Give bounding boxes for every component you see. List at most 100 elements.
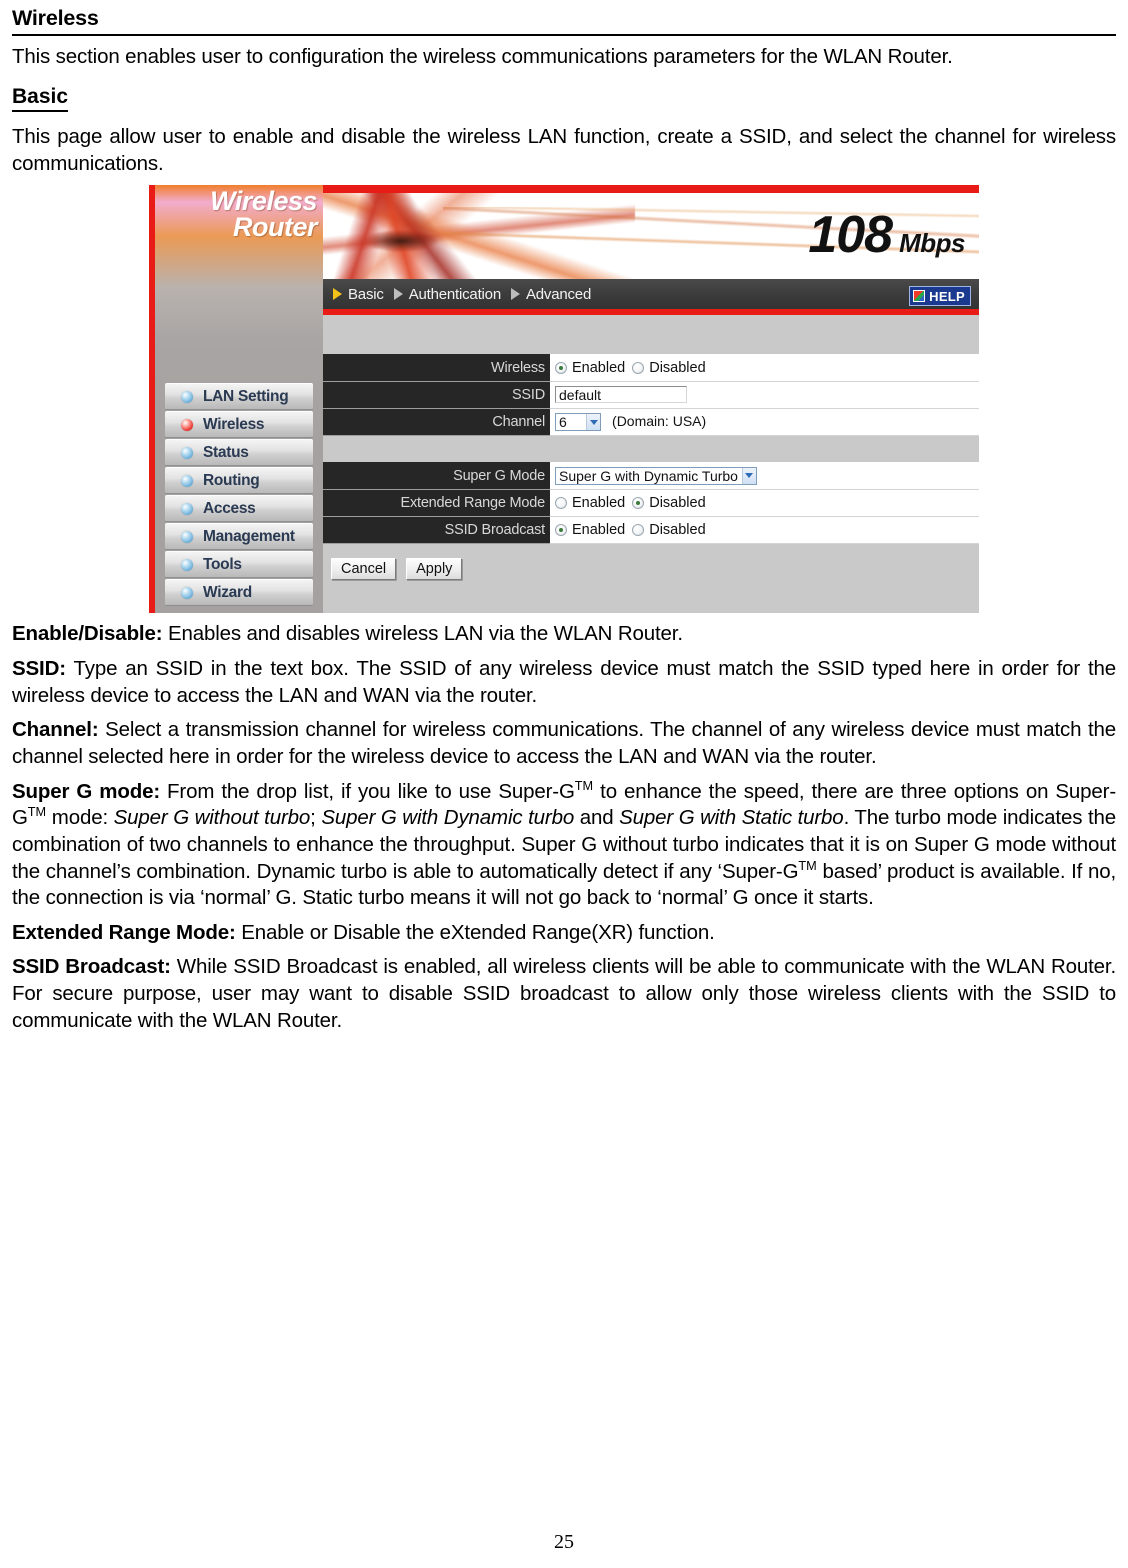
bullet-icon	[181, 586, 193, 599]
sidebar-item-access[interactable]: Access	[165, 495, 313, 522]
bullet-icon	[181, 474, 193, 487]
chevron-down-icon[interactable]	[741, 467, 756, 484]
term-text: Select a transmission channel for wirele…	[12, 718, 1116, 768]
router-banner: 108 Mbps	[323, 185, 979, 280]
value-wireless: Enabled Disabled	[550, 354, 979, 382]
definition-ssid: SSID: Type an SSID in the text box. The …	[12, 656, 1116, 709]
super-g-option-3: Super G with Static turbo	[619, 806, 844, 830]
extended-range-enabled-option[interactable]: Enabled	[555, 495, 625, 511]
super-g-option-2: Super G with Dynamic turbo	[321, 806, 575, 830]
value-ssid-broadcast: Enabled Disabled	[550, 516, 979, 544]
wireless-enabled-option[interactable]: Enabled	[555, 360, 625, 376]
bullet-icon	[181, 558, 193, 571]
router-admin-ui: Wireless Router LAN Setting Wireless Sta…	[149, 185, 979, 614]
help-button[interactable]: HELP	[909, 286, 971, 307]
ssid-broadcast-radio-group: Enabled Disabled	[555, 522, 979, 538]
sidebar-item-label: Wizard	[203, 583, 252, 601]
settings-panel: Wireless Enabled Disabled SSID default C…	[323, 315, 979, 608]
radio-selected-icon[interactable]	[632, 496, 645, 509]
radio-selected-icon[interactable]	[555, 361, 567, 374]
sidebar-item-tools[interactable]: Tools	[165, 551, 313, 578]
tab-label: Authentication	[408, 285, 501, 303]
super-g-sep2: and	[574, 806, 620, 830]
label-ssid: SSID	[323, 381, 550, 409]
channel-select[interactable]: 6	[555, 413, 601, 431]
sidebar-item-management[interactable]: Management	[165, 523, 313, 550]
definition-enable-disable: Enable/Disable: Enables and disables wir…	[12, 621, 1116, 648]
term-label: SSID:	[12, 657, 66, 681]
term-label: SSID Broadcast:	[12, 955, 171, 979]
radio-unselected-icon[interactable]	[555, 496, 567, 509]
extended-range-disabled-option[interactable]: Disabled	[632, 495, 706, 511]
ssid-broadcast-disabled-option[interactable]: Disabled	[632, 521, 706, 538]
triangle-right-icon	[393, 288, 403, 301]
sidebar-item-label: LAN Setting	[203, 387, 289, 405]
super-g-mode-select[interactable]: Super G with Dynamic Turbo	[555, 466, 757, 485]
apply-button[interactable]: Apply	[406, 557, 463, 580]
bullet-active-icon	[181, 418, 193, 431]
sidebar-menu: LAN Setting Wireless Status Routing Acce…	[165, 383, 313, 607]
row-super-g-mode: Super G Mode Super G with Dynamic Turbo	[323, 462, 979, 490]
tab-label: Advanced	[525, 285, 592, 303]
cancel-button[interactable]: Cancel	[331, 557, 397, 580]
row-ssid: SSID default	[323, 381, 979, 409]
sidebar-item-routing[interactable]: Routing	[165, 467, 313, 494]
chevron-down-icon[interactable]	[586, 414, 600, 430]
row-extended-range-mode: Extended Range Mode Enabled Disabled	[323, 489, 979, 517]
form-actions: Cancel Apply	[323, 544, 979, 580]
help-icon	[913, 290, 926, 303]
banner-speed-value: 108	[808, 206, 893, 265]
value-extended-range-mode: Enabled Disabled	[550, 489, 979, 517]
sidebar-item-wireless[interactable]: Wireless	[165, 411, 313, 438]
row-ssid-broadcast: SSID Broadcast Enabled Disabled	[323, 516, 979, 544]
row-channel: Channel 6 (Domain: USA)	[323, 408, 979, 436]
radio-label: Enabled	[572, 359, 626, 376]
section-subtitle: Basic	[12, 85, 69, 113]
tab-basic[interactable]: Basic	[333, 286, 384, 303]
term-label: Enable/Disable:	[12, 622, 163, 646]
router-logo-line2: Router	[233, 212, 318, 243]
router-logo: Wireless Router	[163, 188, 323, 243]
page-title: Wireless	[12, 6, 99, 30]
radio-unselected-icon[interactable]	[632, 361, 645, 374]
trademark-mark: TM	[574, 777, 594, 793]
bullet-icon	[181, 446, 193, 459]
definition-super-g-mode: Super G mode: From the drop list, if you…	[12, 779, 1116, 912]
term-text: While SSID Broadcast is enabled, all wir…	[12, 955, 1116, 1032]
value-super-g-mode: Super G with Dynamic Turbo	[550, 462, 979, 490]
radio-label: Enabled	[572, 494, 626, 511]
ssid-broadcast-enabled-option[interactable]: Enabled	[555, 522, 625, 538]
trademark-mark: TM	[798, 857, 817, 873]
radio-label: Disabled	[649, 521, 706, 538]
sidebar-item-wizard[interactable]: Wizard	[165, 579, 313, 606]
sidebar-item-lan-setting[interactable]: LAN Setting	[165, 383, 313, 410]
radio-label: Enabled	[572, 521, 626, 538]
router-sidebar: Wireless Router LAN Setting Wireless Sta…	[155, 185, 323, 614]
sidebar-item-status[interactable]: Status	[165, 439, 313, 466]
label-super-g-mode: Super G Mode	[323, 462, 550, 490]
row-wireless: Wireless Enabled Disabled	[323, 354, 979, 382]
radio-unselected-icon[interactable]	[632, 523, 645, 536]
tab-authentication[interactable]: Authentication	[393, 285, 501, 303]
router-screenshot-figure: Wireless Router LAN Setting Wireless Sta…	[149, 185, 979, 614]
tab-label: Basic	[348, 285, 384, 303]
label-ssid-broadcast: SSID Broadcast	[323, 516, 550, 544]
ssid-input[interactable]: default	[555, 386, 687, 404]
wireless-disabled-option[interactable]: Disabled	[632, 360, 706, 376]
value-ssid: default	[550, 381, 979, 409]
router-main-panel: 108 Mbps Basic Authentication Advanced H…	[323, 185, 979, 614]
banner-speed-unit: Mbps	[899, 228, 965, 259]
sidebar-item-label: Routing	[203, 471, 260, 489]
definition-ssid-broadcast: SSID Broadcast: While SSID Broadcast is …	[12, 954, 1116, 1034]
row-spacer	[323, 435, 979, 463]
term-label: Super G mode:	[12, 779, 160, 803]
radio-selected-icon[interactable]	[555, 523, 567, 536]
tab-advanced[interactable]: Advanced	[510, 285, 592, 303]
label-wireless: Wireless	[323, 354, 550, 382]
term-text: Enables and disables wireless LAN via th…	[162, 622, 683, 646]
subintro-paragraph: This page allow user to enable and disab…	[12, 125, 1116, 175]
label-channel: Channel	[323, 408, 550, 436]
bullet-icon	[181, 390, 193, 403]
label-extended-range-mode: Extended Range Mode	[323, 489, 550, 517]
super-g-seg3: mode:	[46, 806, 114, 830]
